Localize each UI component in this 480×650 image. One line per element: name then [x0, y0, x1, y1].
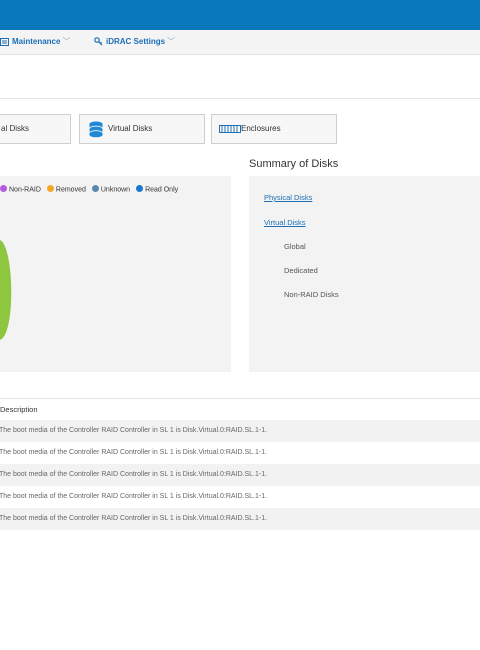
table-divider	[0, 398, 480, 399]
legend-dot-icon	[136, 185, 144, 192]
chart-legend: Non-RAID Removed Unknown Read Only	[0, 185, 184, 198]
virtual-disks-link[interactable]: Virtual Disks	[264, 218, 306, 227]
virtual-disk-icon	[89, 121, 103, 138]
legend-label: Read Only	[145, 186, 179, 194]
legend-label: Non-RAID	[9, 186, 41, 194]
tab-physical-disks[interactable]: al Disks	[0, 114, 71, 144]
tab-virtual-disks[interactable]: Virtual Disks	[79, 114, 205, 144]
legend-item[interactable]: Unknown	[91, 185, 131, 194]
legend-dot-icon	[91, 185, 99, 192]
main-nav-bar: Maintenance ﹀ iDRAC Settings ﹀	[0, 30, 480, 55]
legend-item[interactable]: Read Only	[136, 185, 179, 194]
summary-global-label: Global	[284, 242, 306, 251]
nav-item-idrac-settings-label: iDRAC Settings	[106, 37, 166, 46]
top-header-bar	[0, 0, 480, 30]
legend-item[interactable]: Non-RAID	[0, 185, 41, 194]
summary-title: Summary of Disks	[249, 158, 339, 170]
nav-item-maintenance[interactable]: Maintenance ﹀	[0, 30, 70, 54]
row-description: The boot media of the Controller RAID Co…	[0, 449, 268, 456]
table-row[interactable]: The boot media of the Controller RAID Co…	[0, 442, 480, 464]
legend-label: Removed	[55, 186, 86, 194]
tab-virtual-disks-label: Virtual Disks	[108, 124, 153, 133]
summary-nonraid-label: Non-RAID Disks	[284, 290, 339, 299]
legend-label: Unknown	[100, 186, 131, 194]
row-description: The boot media of the Controller RAID Co…	[0, 493, 268, 500]
column-header-description: Description	[0, 405, 38, 414]
settings-key-icon	[94, 37, 103, 46]
legend-item[interactable]: Removed	[46, 185, 86, 194]
table-row[interactable]: The boot media of the Controller RAID Co…	[0, 420, 480, 442]
tab-enclosures[interactable]: Enclosures	[211, 114, 337, 144]
section-divider	[0, 98, 480, 99]
pie-slice-online	[0, 240, 12, 340]
physical-disks-link[interactable]: Physical Disks	[264, 193, 312, 202]
nav-item-idrac-settings[interactable]: iDRAC Settings ﹀	[94, 30, 175, 54]
chevron-down-icon: ﹀	[167, 37, 176, 46]
row-description: The boot media of the Controller RAID Co…	[0, 427, 268, 434]
table-row[interactable]: The boot media of the Controller RAID Co…	[0, 508, 480, 530]
chevron-down-icon: ﹀	[62, 37, 71, 46]
enclosure-icon	[219, 125, 241, 133]
tab-physical-disks-label: al Disks	[1, 124, 30, 133]
legend-dot-icon	[46, 185, 54, 192]
row-description: The boot media of the Controller RAID Co…	[0, 515, 268, 522]
maintenance-icon	[0, 37, 9, 46]
nav-item-maintenance-label: Maintenance	[12, 37, 61, 46]
row-description: The boot media of the Controller RAID Co…	[0, 471, 268, 478]
table-row[interactable]: The boot media of the Controller RAID Co…	[0, 486, 480, 508]
table-row[interactable]: The boot media of the Controller RAID Co…	[0, 464, 480, 486]
table-header: Description	[0, 400, 480, 420]
tab-enclosures-label: Enclosures	[241, 124, 281, 133]
summary-dedicated-label: Dedicated	[284, 266, 318, 275]
disk-pie-chart	[0, 240, 12, 340]
disk-chart-panel	[0, 176, 231, 372]
legend-dot-icon	[0, 185, 7, 192]
